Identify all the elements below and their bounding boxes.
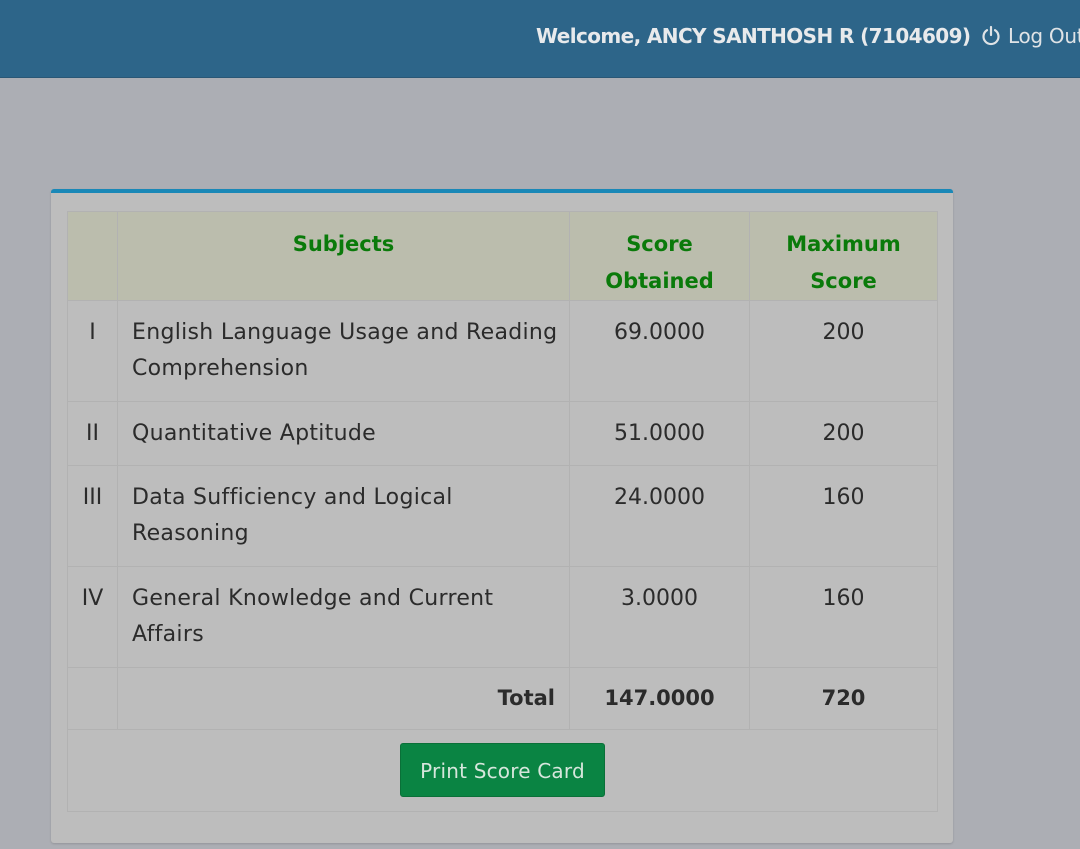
total-label: Total — [117, 667, 570, 730]
maximum-score: 160 — [749, 566, 938, 668]
subject-name: Data Sufficiency and Logical Reasoning — [117, 465, 570, 567]
row-number: IV — [67, 566, 118, 668]
power-icon — [980, 25, 1002, 47]
total-score-obtained: 147.0000 — [569, 667, 750, 730]
subject-name: English Language Usage and Reading Compr… — [117, 300, 570, 402]
score-obtained: 24.0000 — [569, 465, 750, 567]
total-row: Total 147.0000 720 — [67, 667, 938, 730]
header-score-obtained: Score Obtained — [569, 211, 750, 301]
print-score-card-button[interactable]: Print Score Card — [400, 743, 605, 797]
header-index — [67, 211, 118, 301]
header-maximum-score-line2: Score — [810, 269, 877, 293]
maximum-score: 200 — [749, 300, 938, 402]
subject-name: General Knowledge and Current Affairs — [117, 566, 570, 668]
table-row: III Data Sufficiency and Logical Reasoni… — [67, 465, 938, 567]
score-obtained: 69.0000 — [569, 300, 750, 402]
welcome-text: Welcome, ANCY SANTHOSH R (7104609) — [536, 24, 971, 48]
maximum-score: 200 — [749, 401, 938, 466]
total-maximum-score: 720 — [749, 667, 938, 730]
header-maximum-score: Maximum Score — [749, 211, 938, 301]
header-score-obtained-line1: Score — [626, 232, 693, 256]
header-subjects: Subjects — [117, 211, 570, 301]
row-number: III — [67, 465, 118, 567]
actions-cell: Print Score Card — [67, 729, 938, 812]
row-number: I — [67, 300, 118, 402]
top-navbar: Welcome, ANCY SANTHOSH R (7104609) Log O… — [0, 0, 1080, 78]
score-table: Subjects Score Obtained Maximum Score I … — [67, 211, 938, 812]
total-index-cell — [67, 667, 118, 730]
table-row: I English Language Usage and Reading Com… — [67, 300, 938, 402]
logout-link[interactable]: Log Out — [980, 22, 1080, 50]
header-score-obtained-line2: Obtained — [605, 269, 714, 293]
subject-name: Quantitative Aptitude — [117, 401, 570, 466]
score-obtained: 51.0000 — [569, 401, 750, 466]
actions-row: Print Score Card — [67, 729, 938, 812]
row-number: II — [67, 401, 118, 466]
score-obtained: 3.0000 — [569, 566, 750, 668]
table-row: IV General Knowledge and Current Affairs… — [67, 566, 938, 668]
maximum-score: 160 — [749, 465, 938, 567]
table-row: II Quantitative Aptitude 51.0000 200 — [67, 401, 938, 466]
table-header-row: Subjects Score Obtained Maximum Score — [67, 211, 938, 301]
logout-label: Log Out — [1008, 24, 1080, 48]
header-maximum-score-line1: Maximum — [786, 232, 901, 256]
